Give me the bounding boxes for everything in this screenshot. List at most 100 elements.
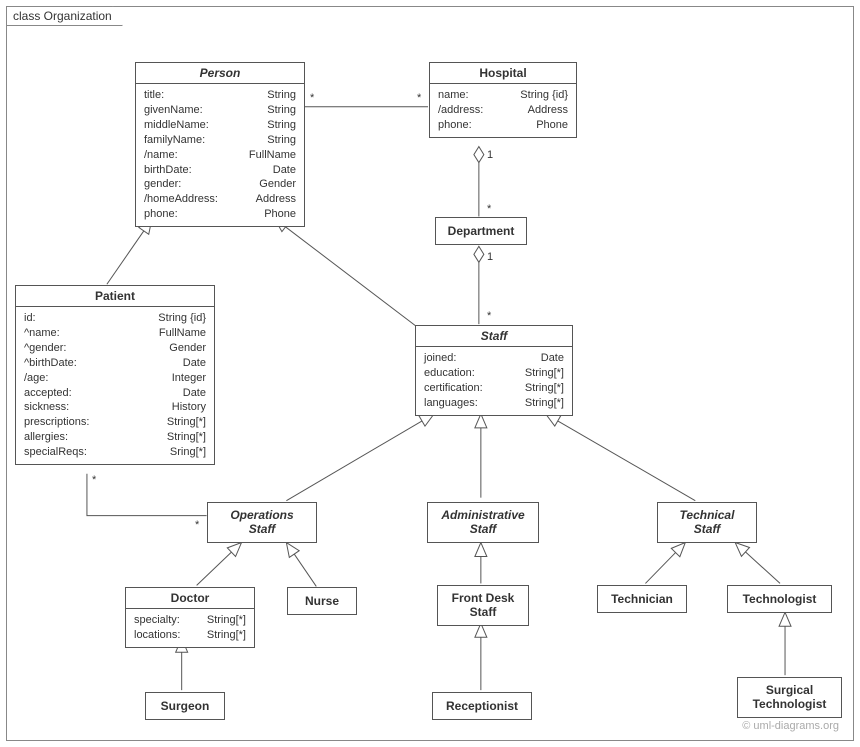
attr-row: locations: String[*] bbox=[134, 628, 246, 643]
attr-name: familyName: bbox=[144, 133, 205, 148]
attr-name: allergies: bbox=[24, 430, 68, 445]
class-title: Person bbox=[136, 63, 304, 84]
attr-type: Gender bbox=[259, 177, 296, 192]
class-title: Operations Staff bbox=[208, 503, 316, 542]
attr-type: Sring[*] bbox=[170, 445, 206, 460]
attr-row: certification: String[*] bbox=[424, 381, 564, 396]
attr-type: String bbox=[267, 118, 296, 133]
class-title: Technician bbox=[598, 586, 686, 612]
attr-row: education:String[*] bbox=[424, 366, 564, 381]
attr-type: String bbox=[267, 103, 296, 118]
attr-type: String[*] bbox=[207, 628, 246, 643]
attr-name: specialty: bbox=[134, 613, 180, 628]
class-attrs: title:StringgivenName:StringmiddleName:S… bbox=[136, 84, 304, 226]
attr-row: ^name:FullName bbox=[24, 326, 206, 341]
attr-row: joined: Date bbox=[424, 351, 564, 366]
attr-row: specialReqs: Sring[*] bbox=[24, 445, 206, 460]
class-hospital: Hospital name: String {id}/address:Addres… bbox=[429, 62, 577, 138]
attr-row: gender:Gender bbox=[144, 177, 296, 192]
class-title: Front Desk Staff bbox=[438, 586, 528, 625]
class-doctor: Doctor specialty:String[*]locations: Stri… bbox=[125, 587, 255, 648]
attr-row: prescriptions: String[*] bbox=[24, 415, 206, 430]
attr-name: birthDate: bbox=[144, 163, 192, 178]
class-title: Technical Staff bbox=[658, 503, 756, 542]
attr-name: specialReqs: bbox=[24, 445, 87, 460]
attr-type: String[*] bbox=[167, 415, 206, 430]
attr-row: phone:Phone bbox=[438, 118, 568, 133]
attr-row: phone: Phone bbox=[144, 207, 296, 222]
credit-text: © uml-diagrams.org bbox=[742, 720, 839, 732]
attr-type: Date bbox=[541, 351, 564, 366]
attr-row: familyName: String bbox=[144, 133, 296, 148]
mult-label: * bbox=[310, 92, 314, 104]
class-front-desk-staff: Front Desk Staff bbox=[437, 585, 529, 626]
attr-name: joined: bbox=[424, 351, 456, 366]
attr-name: sickness: bbox=[24, 400, 69, 415]
attr-type: Date bbox=[273, 163, 296, 178]
attr-row: /age:Integer bbox=[24, 371, 206, 386]
class-title: Surgical Technologist bbox=[738, 678, 841, 717]
attr-row: languages:String[*] bbox=[424, 396, 564, 411]
mult-label: * bbox=[195, 519, 199, 531]
attr-type: String {id} bbox=[520, 88, 568, 103]
mult-label: * bbox=[487, 310, 491, 322]
attr-type: String bbox=[267, 133, 296, 148]
attr-name: title: bbox=[144, 88, 164, 103]
attr-name: ^birthDate: bbox=[24, 356, 77, 371]
attr-row: specialty:String[*] bbox=[134, 613, 246, 628]
attr-row: allergies:String[*] bbox=[24, 430, 206, 445]
attr-type: Address bbox=[528, 103, 568, 118]
attr-name: phone: bbox=[144, 207, 178, 222]
class-staff: Staff joined:Dateeducation:String[*]cert… bbox=[415, 325, 573, 416]
attr-name: prescriptions: bbox=[24, 415, 89, 430]
attr-type: String[*] bbox=[525, 396, 564, 411]
class-attrs: id:String {id}^name:FullName^gender:Gend… bbox=[16, 307, 214, 463]
attr-row: sickness: History bbox=[24, 400, 206, 415]
attr-row: /address:Address bbox=[438, 103, 568, 118]
attr-name: ^gender: bbox=[24, 341, 66, 356]
attr-row: accepted: Date bbox=[24, 386, 206, 401]
attr-name: certification: bbox=[424, 381, 483, 396]
attr-row: /name:FullName bbox=[144, 148, 296, 163]
attr-row: givenName:String bbox=[144, 103, 296, 118]
class-title: Surgeon bbox=[146, 693, 224, 719]
attr-row: title: String bbox=[144, 88, 296, 103]
attr-name: phone: bbox=[438, 118, 472, 133]
attr-type: Date bbox=[183, 386, 206, 401]
class-title: Administrative Staff bbox=[428, 503, 538, 542]
attr-type: History bbox=[172, 400, 206, 415]
mult-label: 1 bbox=[487, 149, 493, 161]
class-title: Staff bbox=[416, 326, 572, 347]
class-technical-staff: Technical Staff bbox=[657, 502, 757, 543]
attr-type: FullName bbox=[249, 148, 296, 163]
attr-name: locations: bbox=[134, 628, 180, 643]
mult-label: * bbox=[92, 474, 96, 486]
attr-name: accepted: bbox=[24, 386, 72, 401]
class-attrs: joined:Dateeducation:String[*]certificat… bbox=[416, 347, 572, 414]
attr-name: education: bbox=[424, 366, 475, 381]
attr-type: Phone bbox=[264, 207, 296, 222]
class-administrative-staff: Administrative Staff bbox=[427, 502, 539, 543]
attr-row: middleName: String bbox=[144, 118, 296, 133]
class-title: Doctor bbox=[126, 588, 254, 609]
class-title: Receptionist bbox=[433, 693, 531, 719]
attr-row: ^gender:Gender bbox=[24, 341, 206, 356]
mult-label: 1 bbox=[487, 251, 493, 263]
class-attrs: specialty:String[*]locations: String[*] bbox=[126, 609, 254, 647]
mult-label: * bbox=[417, 92, 421, 104]
uml-diagram: class Organization bbox=[0, 0, 860, 747]
class-technologist: Technologist bbox=[727, 585, 832, 613]
attr-row: ^birthDate: Date bbox=[24, 356, 206, 371]
attr-type: String[*] bbox=[525, 381, 564, 396]
attr-row: /homeAddress:Address bbox=[144, 192, 296, 207]
class-title: Hospital bbox=[430, 63, 576, 84]
attr-name: name: bbox=[438, 88, 469, 103]
class-technician: Technician bbox=[597, 585, 687, 613]
package-frame: class Organization bbox=[6, 6, 854, 741]
attr-type: String bbox=[267, 88, 296, 103]
class-title: Patient bbox=[16, 286, 214, 307]
attr-type: Date bbox=[183, 356, 206, 371]
attr-name: /homeAddress: bbox=[144, 192, 218, 207]
attr-name: middleName: bbox=[144, 118, 209, 133]
attr-row: id:String {id} bbox=[24, 311, 206, 326]
